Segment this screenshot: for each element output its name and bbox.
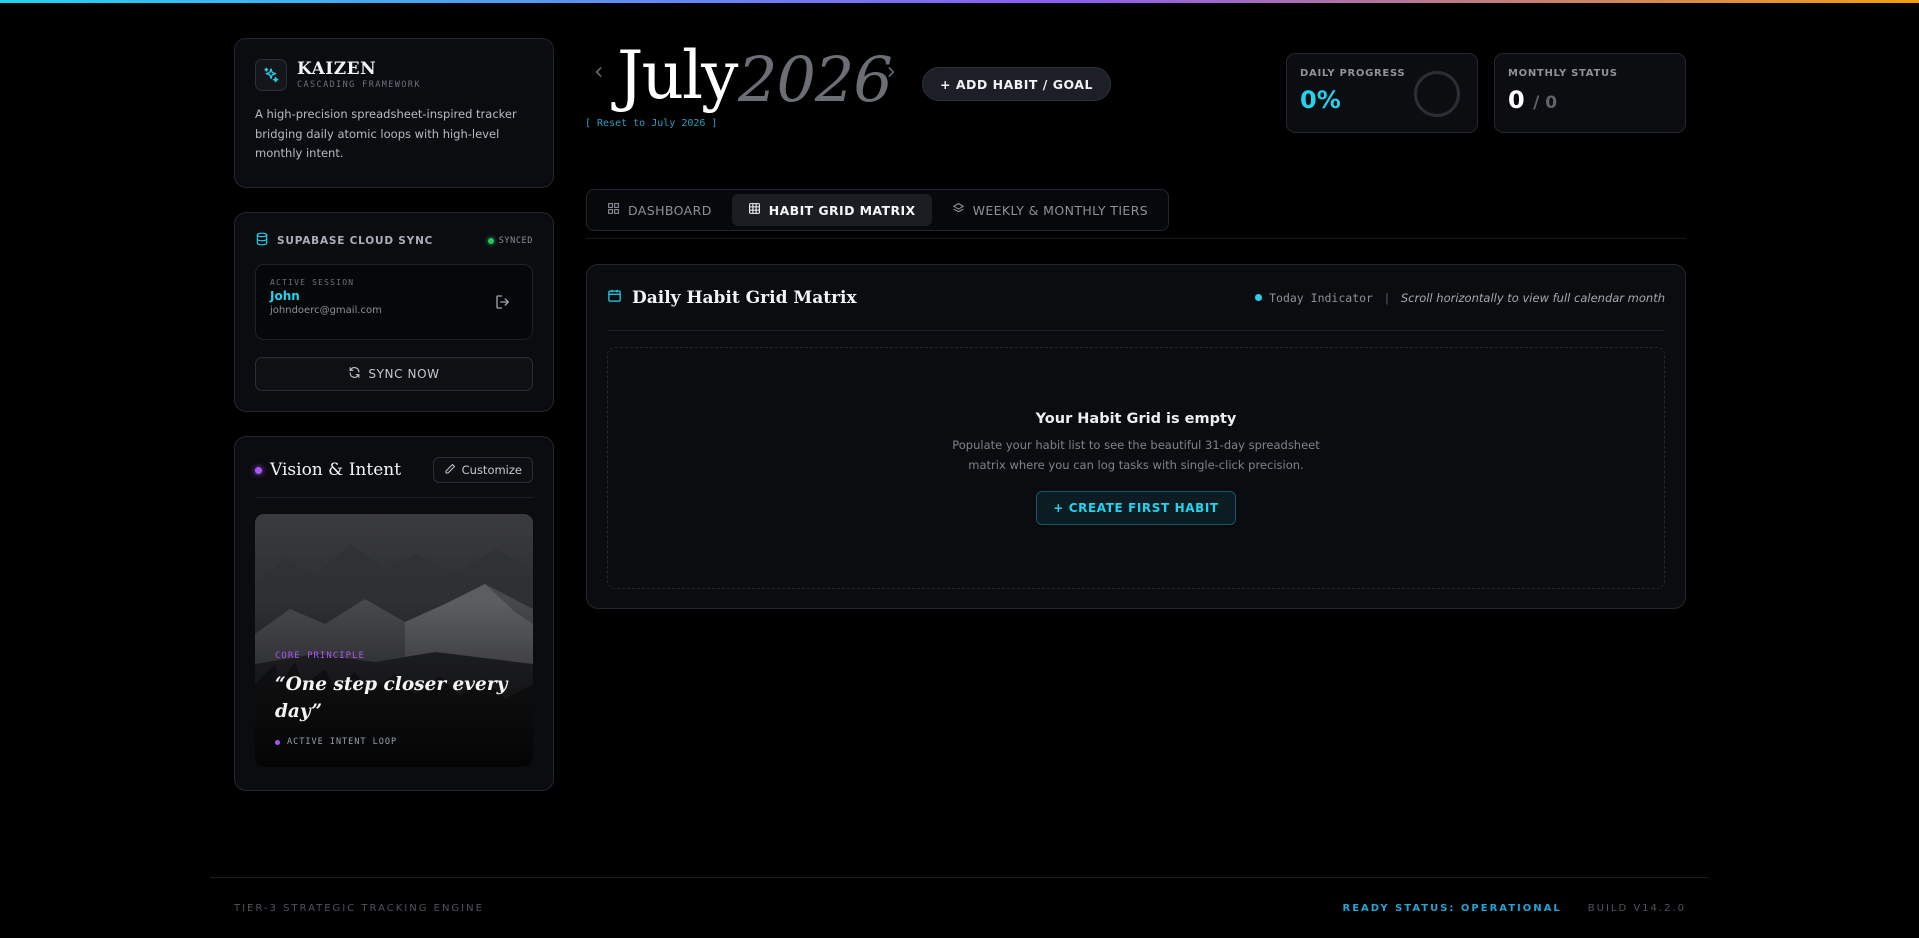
empty-state: Your Habit Grid is empty Populate your h…: [607, 347, 1665, 589]
brand-subtitle: CASCADING FRAMEWORK: [297, 80, 421, 90]
today-indicator-label: Today Indicator: [1269, 290, 1373, 305]
tab-habit-grid-matrix[interactable]: HABIT GRID MATRIX: [731, 194, 932, 226]
footer-engine-label: TIER-3 STRATEGIC TRACKING ENGINE: [234, 903, 484, 914]
vision-card: Vision & Intent Customize CORE PRINCIPLE…: [234, 436, 554, 791]
previous-month-icon[interactable]: [592, 64, 606, 78]
active-intent-loop-label: ACTIVE INTENT LOOP: [287, 737, 398, 747]
brand-description: A high-precision spreadsheet-inspired tr…: [255, 107, 517, 160]
progress-ring: [1414, 71, 1460, 117]
monthly-status-card: MONTHLY STATUS 0 / 0: [1494, 53, 1686, 133]
customize-label: Customize: [461, 463, 522, 477]
vision-dot-icon: [255, 466, 262, 474]
scroll-hint: Scroll horizontally to view full calenda…: [1400, 290, 1665, 305]
monthly-total-value: / 0: [1533, 93, 1558, 113]
database-icon: [255, 232, 269, 249]
brand-card: KAIZEN CASCADING FRAMEWORK A high-precis…: [234, 38, 554, 188]
table-icon: [748, 202, 761, 218]
intent-quote: “One step closer every day”: [275, 674, 508, 722]
view-tabs: DASHBOARD HABIT GRID MATRIX WEEKLY & MON…: [586, 189, 1170, 231]
today-dot-icon: [1255, 294, 1263, 301]
status-dot-icon: [487, 237, 494, 244]
vision-title: Vision & Intent: [270, 460, 402, 480]
active-session-panel: ACTIVE SESSION John johndoerc@gmail.com: [255, 264, 533, 340]
logout-icon[interactable]: [494, 293, 512, 311]
empty-state-title: Your Habit Grid is empty: [1035, 411, 1237, 427]
core-principle-label: CORE PRINCIPLE: [275, 651, 365, 661]
footer-divider: [210, 877, 1709, 878]
grid-icon: [607, 202, 620, 218]
habit-grid-panel: Daily Habit Grid Matrix Today Indicator …: [586, 264, 1686, 609]
today-indicator-legend: Today Indicator: [1255, 291, 1373, 305]
user-email: johndoerc@gmail.com: [270, 305, 382, 316]
sync-now-label: SYNC NOW: [368, 367, 440, 381]
matrix-title: Daily Habit Grid Matrix: [632, 287, 857, 308]
calendar-icon: [607, 288, 622, 308]
pencil-icon: [444, 463, 456, 478]
tab-dashboard[interactable]: DASHBOARD: [591, 194, 728, 226]
sync-status-text: SYNCED: [498, 235, 533, 246]
user-name: John: [270, 289, 300, 303]
monthly-status-label: MONTHLY STATUS: [1508, 68, 1618, 79]
footer-status-group: READY STATUS: OPERATIONAL BUILD V14.2.0: [1343, 903, 1686, 914]
refresh-icon: [348, 366, 361, 382]
create-first-habit-button[interactable]: + CREATE FIRST HABIT: [1036, 491, 1236, 525]
layers-icon: [952, 202, 965, 218]
tab-tiers-label: WEEKLY & MONTHLY TIERS: [972, 202, 1149, 218]
year-title: 2026: [738, 43, 893, 116]
ready-status: READY STATUS: OPERATIONAL: [1342, 903, 1562, 914]
sync-now-button[interactable]: SYNC NOW: [255, 357, 533, 391]
meta-separator: |: [1384, 290, 1389, 305]
loop-dot-icon: [275, 739, 280, 745]
daily-progress-card: DAILY PROGRESS 0%: [1286, 53, 1478, 133]
sparkles-icon: [255, 59, 287, 91]
monthly-done-value: 0: [1508, 86, 1525, 114]
session-label: ACTIVE SESSION: [270, 278, 355, 287]
tabs-divider: [586, 238, 1686, 239]
tab-weekly-monthly-tiers[interactable]: WEEKLY & MONTHLY TIERS: [936, 194, 1165, 226]
month-title: July: [617, 37, 738, 114]
reset-month-link[interactable]: [ Reset to July 2026 ]: [585, 118, 717, 129]
tab-dashboard-label: DASHBOARD: [628, 202, 712, 218]
customize-button[interactable]: Customize: [432, 457, 533, 483]
build-version: BUILD V14.2.0: [1587, 903, 1686, 914]
vision-image: CORE PRINCIPLE “One step closer every da…: [255, 514, 533, 767]
empty-state-description: Populate your habit list to see the beau…: [952, 438, 1320, 472]
cloud-sync-card: SUPABASE CLOUD SYNC SYNCED ACTIVE SESSIO…: [234, 212, 554, 412]
brand-title: KAIZEN: [297, 59, 377, 79]
top-accent-bar: [0, 0, 1919, 3]
add-habit-goal-button[interactable]: + ADD HABIT / GOAL: [922, 67, 1111, 101]
next-month-icon[interactable]: [884, 64, 898, 78]
sync-title: SUPABASE CLOUD SYNC: [277, 234, 434, 247]
sync-status-badge: SYNCED: [487, 235, 533, 246]
tab-habit-grid-label: HABIT GRID MATRIX: [768, 202, 916, 218]
